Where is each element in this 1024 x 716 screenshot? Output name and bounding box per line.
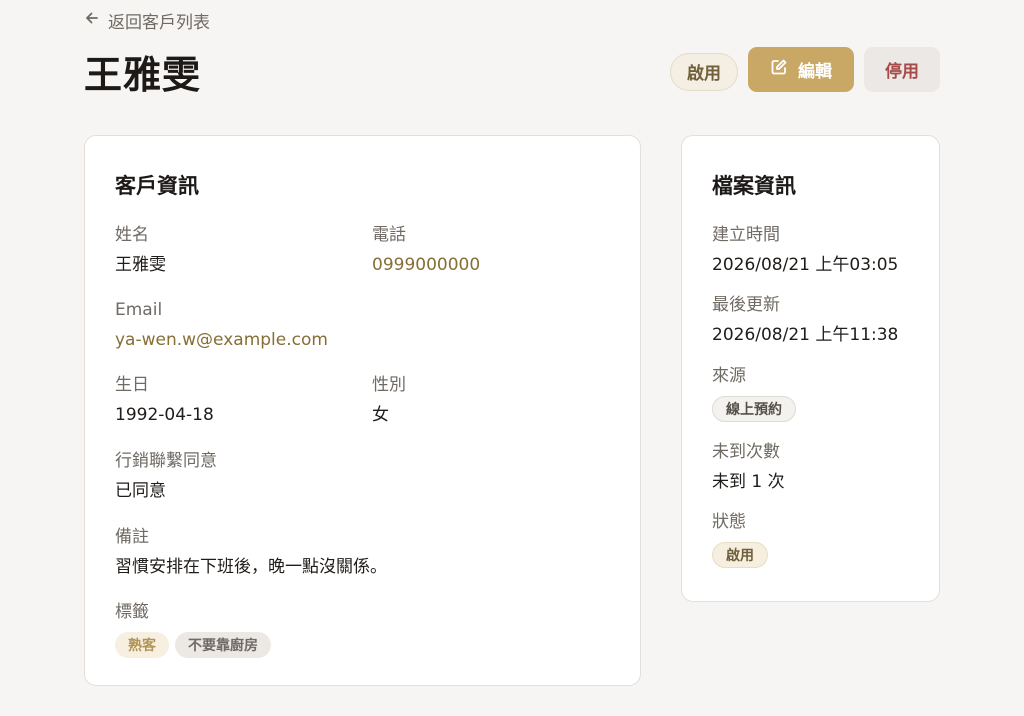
name-label: 姓名 [115,225,149,245]
notes-field: 備註 習慣安排在下班後，晚一點沒關係。 [115,525,615,579]
created-time-value: 2026/08/21 上午03:05 [712,255,899,275]
enable-button[interactable]: 啟用 [670,52,738,91]
email-link[interactable]: ya-wen.w@example.com [115,328,328,352]
edit-button[interactable]: 編輯 [748,47,854,92]
page-title: 王雅雯 [84,53,202,97]
marketing-consent-value: 已同意 [115,481,166,501]
file-info-card: 檔案資訊 建立時間 2026/08/21 上午03:05 最後更新 2026/0… [681,135,940,602]
source-label: 來源 [712,366,746,386]
status-field: 狀態 啟用 [712,510,768,568]
arrow-left-icon [84,10,100,31]
tags-field: 標籤 熟客 不要靠廚房 [115,600,271,658]
birthday-field: 生日 1992-04-18 [115,373,214,427]
no-show-value: 未到 1 次 [712,472,785,492]
gender-field: 性別 女 [372,373,406,427]
status-badge: 啟用 [712,542,768,568]
created-time-label: 建立時間 [712,225,780,245]
disable-button[interactable]: 停用 [864,47,940,92]
updated-time-label: 最後更新 [712,295,780,315]
tag-pill: 熟客 [115,632,169,658]
no-show-label: 未到次數 [712,442,780,462]
phone-link[interactable]: 0999000000 [372,253,480,277]
tags-label: 標籤 [115,602,149,622]
phone-field: 電話 0999000000 [372,223,480,277]
gender-value: 女 [372,405,389,425]
file-info-title: 檔案資訊 [712,174,796,198]
back-to-list-link[interactable]: 返回客戶列表 [84,8,210,33]
back-link-label: 返回客戶列表 [108,12,210,33]
source-badge: 線上預約 [712,396,796,422]
action-bar: 啟用 編輯 停用 [670,47,940,92]
marketing-consent-label: 行銷聯繫同意 [115,451,217,471]
created-time-field: 建立時間 2026/08/21 上午03:05 [712,223,898,277]
tag-list: 熟客 不要靠廚房 [115,632,271,658]
email-field: Email ya-wen.w@example.com [115,298,328,352]
notes-value: 習慣安排在下班後，晚一點沒關係。 [115,557,387,577]
no-show-field: 未到次數 未到 1 次 [712,440,785,494]
name-field: 姓名 王雅雯 [115,223,166,277]
marketing-consent-field: 行銷聯繫同意 已同意 [115,449,217,503]
birthday-value: 1992-04-18 [115,405,214,425]
updated-time-value: 2026/08/21 上午11:38 [712,325,899,345]
notes-label: 備註 [115,527,149,547]
gender-label: 性別 [372,375,406,395]
status-label: 狀態 [712,512,746,532]
birthday-label: 生日 [115,375,149,395]
customer-info-card: 客戶資訊 姓名 王雅雯 電話 0999000000 Email ya-wen.w… [84,135,641,686]
updated-time-field: 最後更新 2026/08/21 上午11:38 [712,293,898,347]
customer-detail-page: 返回客戶列表 王雅雯 啟用 編輯 停用 客戶資訊 姓名 王雅雯 電話 09990… [0,0,1024,716]
tag-pill: 不要靠廚房 [175,632,271,658]
phone-label: 電話 [372,225,406,245]
customer-info-title: 客戶資訊 [115,174,199,198]
email-label: Email [115,300,163,320]
edit-icon [770,58,788,81]
name-value: 王雅雯 [115,255,166,275]
edit-button-label: 編輯 [798,62,832,82]
source-field: 來源 線上預約 [712,364,796,422]
